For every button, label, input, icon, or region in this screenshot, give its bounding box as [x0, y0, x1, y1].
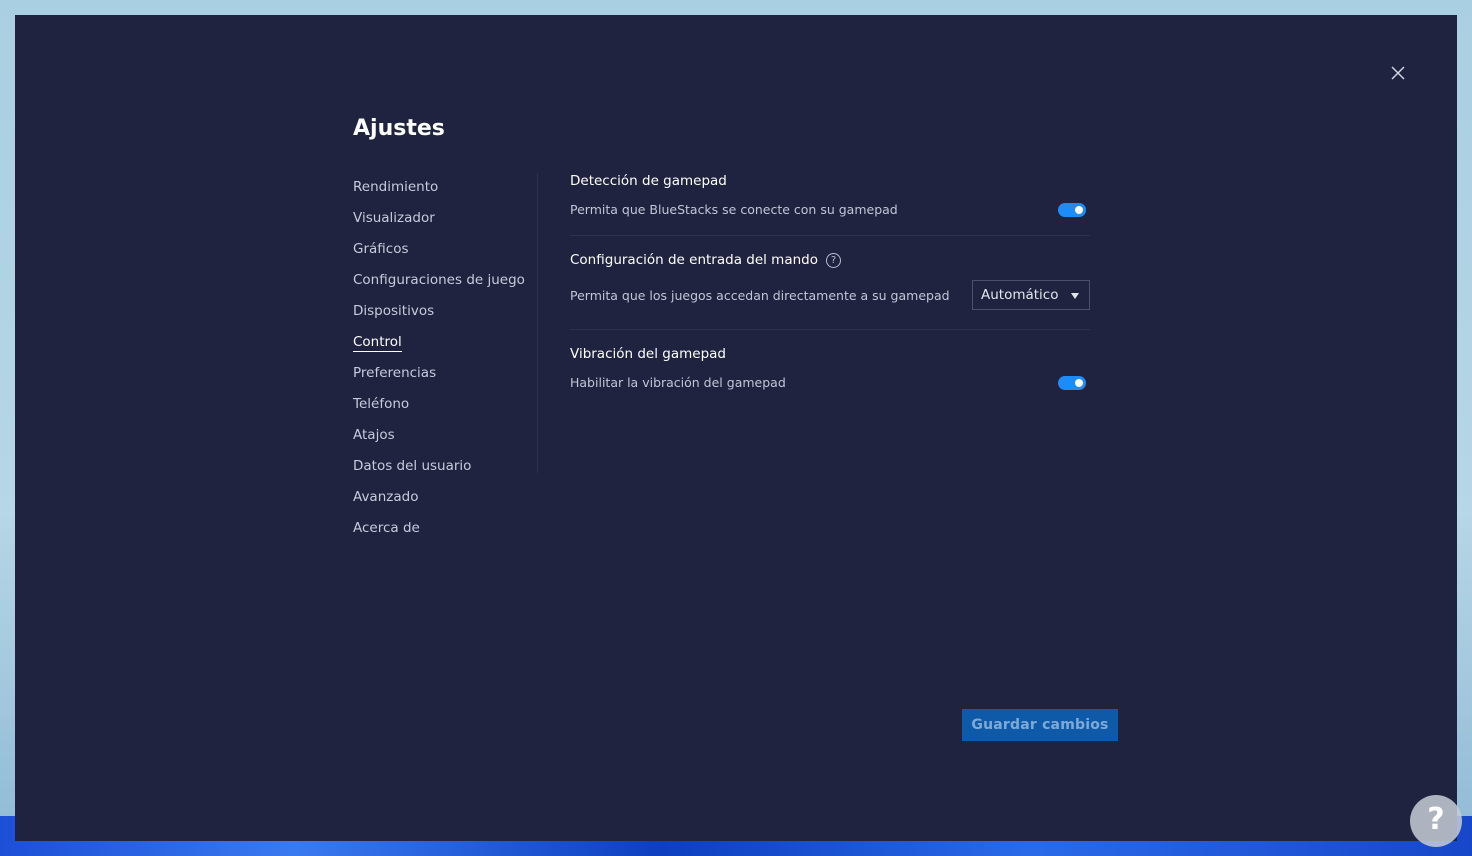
settings-window: Ajustes Rendimiento Visualizador Gráfico… [15, 15, 1457, 841]
section-title: Configuración de entrada del mando [570, 252, 818, 268]
gamepad-detection-section: Detección de gamepad Permita que BlueSta… [570, 171, 1090, 236]
sidebar-item-label: Teléfono [353, 396, 410, 412]
sidebar-item-datos-del-usuario[interactable]: Datos del usuario [353, 454, 533, 485]
section-description: Permita que los juegos accedan directame… [570, 288, 950, 303]
chevron-down-icon [1071, 293, 1079, 299]
sidebar-item-configuraciones-de-juego[interactable]: Configuraciones de juego [353, 268, 533, 299]
select-value: Automático [981, 287, 1059, 303]
section-title: Detección de gamepad [570, 173, 727, 189]
sidebar-item-graficos[interactable]: Gráficos [353, 237, 533, 268]
input-config-section: Configuración de entrada del mando ? Per… [570, 236, 1090, 330]
help-icon[interactable]: ? [825, 252, 841, 268]
sidebar-item-label: Preferencias [353, 365, 437, 381]
sidebar-item-rendimiento[interactable]: Rendimiento [353, 175, 533, 206]
section-title-row: Configuración de entrada del mando ? [570, 252, 841, 268]
save-button[interactable]: Guardar cambios [962, 709, 1118, 741]
sidebar-item-label: Datos del usuario [353, 458, 472, 474]
toggle-knob [1075, 206, 1083, 214]
section-description: Permita que BlueStacks se conecte con su… [570, 202, 898, 217]
page-title: Ajustes [353, 116, 445, 141]
sidebar-item-control[interactable]: Control [353, 330, 533, 361]
section-title: Vibración del gamepad [570, 346, 726, 362]
sidebar-item-acerca-de[interactable]: Acerca de [353, 516, 533, 547]
sidebar-divider [537, 173, 538, 473]
sidebar-item-dispositivos[interactable]: Dispositivos [353, 299, 533, 330]
sidebar-item-label: Rendimiento [353, 179, 439, 195]
settings-content: Detección de gamepad Permita que BlueSta… [570, 171, 1090, 410]
close-icon[interactable] [1390, 65, 1406, 81]
sidebar-item-label: Avanzado [353, 489, 419, 505]
sidebar-item-label: Visualizador [353, 210, 435, 226]
sidebar-item-label: Dispositivos [353, 303, 435, 319]
section-description: Habilitar la vibración del gamepad [570, 375, 786, 390]
sidebar-item-label: Atajos [353, 427, 395, 443]
sidebar-item-visualizador[interactable]: Visualizador [353, 206, 533, 237]
sidebar-item-preferencias[interactable]: Preferencias [353, 361, 533, 392]
toggle-knob [1075, 379, 1083, 387]
vibration-section: Vibración del gamepad Habilitar la vibra… [570, 330, 1090, 410]
input-mode-select[interactable]: Automático [972, 280, 1090, 310]
sidebar-item-telefono[interactable]: Teléfono [353, 392, 533, 423]
sidebar-item-label: Configuraciones de juego [353, 272, 525, 288]
gamepad-detection-toggle[interactable] [1058, 203, 1086, 217]
vibration-toggle[interactable] [1058, 376, 1086, 390]
sidebar-item-atajos[interactable]: Atajos [353, 423, 533, 454]
settings-sidebar: Rendimiento Visualizador Gráficos Config… [353, 175, 533, 547]
watermark-logo: ? [1410, 795, 1462, 847]
sidebar-item-label: Acerca de [353, 520, 420, 536]
sidebar-item-label: Gráficos [353, 241, 409, 257]
sidebar-item-label: Control [353, 334, 402, 352]
sidebar-item-avanzado[interactable]: Avanzado [353, 485, 533, 516]
